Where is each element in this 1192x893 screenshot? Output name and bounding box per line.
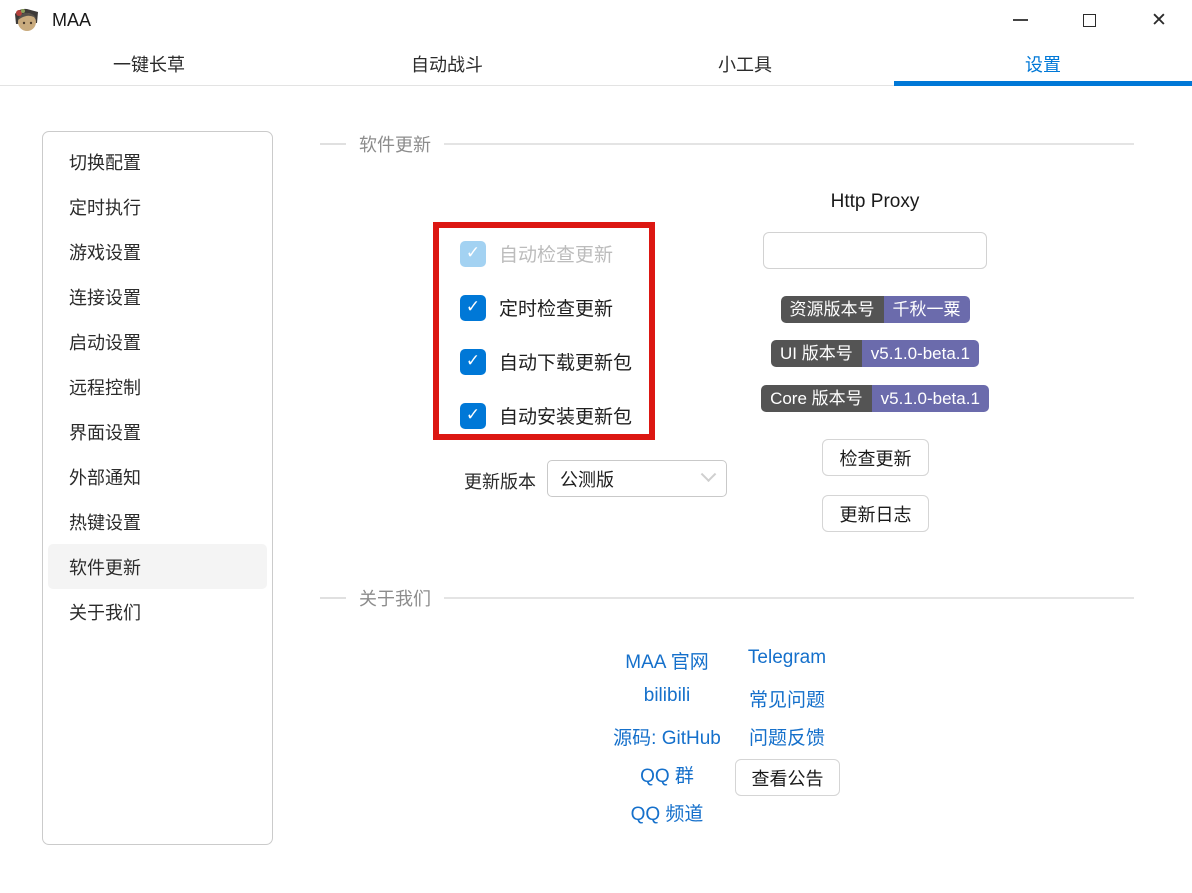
sidebar-item-scheduled-run[interactable]: 定时执行 [48,184,267,229]
section-title: 软件更新 [359,135,431,155]
update-version-label: 更新版本 [464,472,536,492]
tab-bar: 一键长草 自动战斗 小工具 设置 [0,42,1192,86]
link-telegram[interactable]: Telegram [748,647,826,669]
badge-value: v5.1.0-beta.1 [871,385,989,412]
checkbox-label: 自动检查更新 [499,245,614,266]
update-version-dropdown[interactable]: 公测版 [547,460,727,497]
ui-version-row: UI 版本号 v5.1.0-beta.1 [525,340,1192,367]
badge-key: UI 版本号 [771,340,862,367]
chevron-down-icon [700,466,717,483]
link-faq[interactable]: 常见问题 [749,685,825,712]
maximize-button[interactable] [1072,5,1106,35]
badge-key: 资源版本号 [780,296,884,323]
checkbox-row-auto-check-update: ✓ 自动检查更新 [460,240,613,267]
divider-line [444,143,1134,145]
sidebar-item-about-us[interactable]: 关于我们 [48,589,267,634]
sidebar-item-game-settings[interactable]: 游戏设置 [48,229,267,274]
window-title: MAA [52,10,92,30]
minimize-icon [1012,19,1028,21]
close-icon: ✕ [1151,9,1167,31]
divider-dash [320,143,346,145]
http-proxy-label: Http Proxy [830,191,920,212]
section-title: 关于我们 [359,589,431,609]
sidebar-item-hotkey-settings[interactable]: 热键设置 [48,499,267,544]
changelog-button[interactable]: 更新日志 [822,495,929,532]
sidebar-item-software-update[interactable]: 软件更新 [48,544,267,589]
badge-value: 千秋一粟 [883,296,970,323]
ui-version-badge: UI 版本号 v5.1.0-beta.1 [771,340,979,367]
link-issue-feedback[interactable]: 问题反馈 [749,723,825,750]
tab-auto-battle[interactable]: 自动战斗 [298,42,596,85]
tab-tools[interactable]: 小工具 [596,42,894,85]
checkbox-scheduled-check-update[interactable]: ✓ [460,294,486,321]
check-icon: ✓ [465,351,481,370]
maximize-icon [1082,13,1096,27]
badge-value: v5.1.0-beta.1 [861,340,979,367]
tab-farming[interactable]: 一键长草 [0,42,298,85]
link-maa-website[interactable]: MAA 官网 [625,647,708,674]
resource-version-badge: 资源版本号 千秋一粟 [780,296,970,323]
title-bar: MAA ✕ [0,0,1192,42]
tab-settings[interactable]: 设置 [894,42,1192,86]
sidebar-item-external-notification[interactable]: 外部通知 [48,454,267,499]
link-qq-group[interactable]: QQ 群 [640,761,694,788]
sidebar-item-startup-settings[interactable]: 启动设置 [48,319,267,364]
app-icon [15,8,38,31]
checkbox-auto-install-package[interactable]: ✓ [460,402,486,429]
link-github-source[interactable]: 源码: GitHub [613,723,721,750]
check-icon: ✓ [465,405,481,424]
link-bilibili[interactable]: bilibili [644,685,690,707]
sidebar-item-remote-control[interactable]: 远程控制 [48,364,267,409]
section-header-about-us: 关于我们 [320,588,1134,609]
check-update-button[interactable]: 检查更新 [822,439,929,476]
check-icon: ✓ [465,243,481,262]
checkbox-auto-download-package[interactable]: ✓ [460,348,486,375]
link-qq-channel[interactable]: QQ 频道 [631,799,704,826]
divider-line [444,597,1134,599]
minimize-button[interactable] [1003,5,1037,35]
close-button[interactable]: ✕ [1142,5,1176,35]
maa-settings-window: { "window": { "title": "MAA", "controls"… [0,0,1192,893]
core-version-row: Core 版本号 v5.1.0-beta.1 [525,385,1192,412]
checkbox-auto-check-update[interactable]: ✓ [460,240,486,267]
check-icon: ✓ [465,297,481,316]
http-proxy-input[interactable] [763,232,987,269]
section-header-software-update: 软件更新 [320,134,1134,155]
sidebar-item-connection-settings[interactable]: 连接设置 [48,274,267,319]
sidebar-item-ui-settings[interactable]: 界面设置 [48,409,267,454]
core-version-badge: Core 版本号 v5.1.0-beta.1 [761,385,989,412]
settings-sidebar: 切换配置 定时执行 游戏设置 连接设置 启动设置 远程控制 界面设置 外部通知 … [42,131,273,845]
dropdown-value: 公测版 [560,469,614,490]
sidebar-item-switch-config[interactable]: 切换配置 [48,139,267,184]
resource-version-row: 资源版本号 千秋一粟 [525,296,1192,323]
badge-key: Core 版本号 [761,385,872,412]
view-announcement-button[interactable]: 查看公告 [735,759,840,796]
divider-dash [320,597,346,599]
